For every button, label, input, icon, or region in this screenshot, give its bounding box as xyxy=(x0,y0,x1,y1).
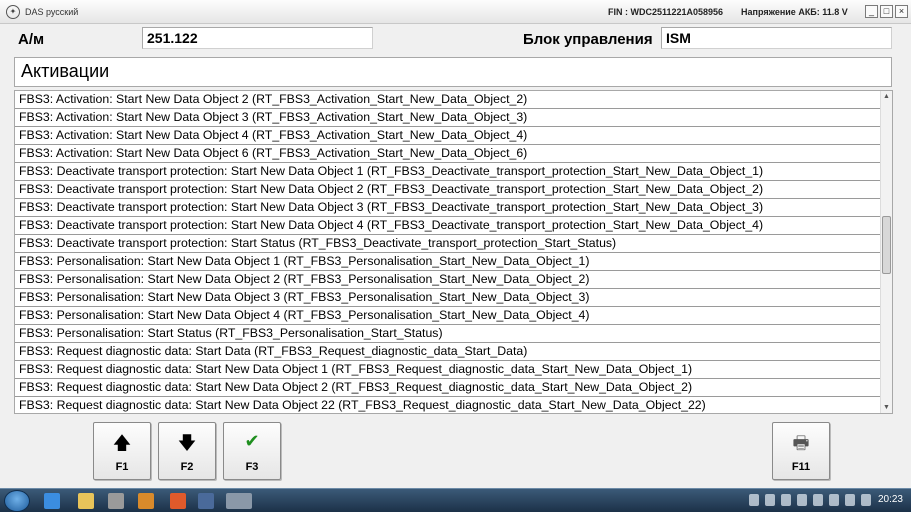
media-icon[interactable] xyxy=(138,493,154,509)
list-item[interactable]: FBS3: Personalisation: Start New Data Ob… xyxy=(15,307,881,325)
scroll-up-icon[interactable]: ▲ xyxy=(883,93,890,100)
list-item[interactable]: FBS3: Request diagnostic data: Start New… xyxy=(15,379,881,397)
checkmark-icon: ✔ xyxy=(244,431,260,451)
battery-voltage-readout: Напряжение АКБ: 11.8 V xyxy=(741,7,848,17)
list-item[interactable]: FBS3: Deactivate transport protection: S… xyxy=(15,163,881,181)
system-tray xyxy=(749,494,871,506)
maximize-button[interactable]: □ xyxy=(880,5,893,18)
list-item[interactable]: FBS3: Deactivate transport protection: S… xyxy=(15,199,881,217)
list-item[interactable]: FBS3: Request diagnostic data: Start New… xyxy=(15,397,881,413)
window-controls: _ □ × xyxy=(865,5,908,18)
tray-icon[interactable] xyxy=(813,494,823,506)
window-titlebar: ✦ DAS русский FIN : WDC2511221A058956 На… xyxy=(0,0,911,24)
close-button[interactable]: × xyxy=(895,5,908,18)
tray-icon[interactable] xyxy=(845,494,855,506)
f11-label: F11 xyxy=(791,461,811,473)
list-item[interactable]: FBS3: Request diagnostic data: Start New… xyxy=(15,361,881,379)
list-scrollbar[interactable]: ▲ ▼ xyxy=(880,91,892,413)
arrow-up-icon: 🡅 xyxy=(112,433,132,453)
window-title: DAS русский xyxy=(25,6,79,17)
tray-icon[interactable] xyxy=(861,494,871,506)
f3-label: F3 xyxy=(245,461,259,473)
xentry-icon[interactable] xyxy=(198,493,214,509)
list-item[interactable]: FBS3: Personalisation: Start Status (RT_… xyxy=(15,325,881,343)
firefox-icon[interactable] xyxy=(170,493,186,509)
tray-icon[interactable] xyxy=(749,494,759,506)
taskbar-clock: 20:23 xyxy=(877,494,903,505)
tray-icon[interactable] xyxy=(765,494,775,506)
control-unit-field: ISM xyxy=(661,27,892,49)
list-item[interactable]: FBS3: Activation: Start New Data Object … xyxy=(15,109,881,127)
app-icon[interactable] xyxy=(108,493,124,509)
start-button[interactable] xyxy=(4,490,30,512)
folder-icon[interactable] xyxy=(78,493,94,509)
list-item[interactable]: FBS3: Request diagnostic data: Start Dat… xyxy=(15,343,881,361)
arrow-down-icon: 🡇 xyxy=(177,433,197,453)
list-item[interactable]: FBS3: Activation: Start New Data Object … xyxy=(15,91,881,109)
mercedes-star-icon: ✦ xyxy=(6,4,20,19)
tray-icon[interactable] xyxy=(797,494,807,506)
tray-icon[interactable] xyxy=(781,494,791,506)
control-unit-label: Блок управления xyxy=(523,31,653,48)
section-title: Активации xyxy=(14,57,892,87)
list-item[interactable]: FBS3: Personalisation: Start New Data Ob… xyxy=(15,289,881,307)
printer-icon: 🖶 xyxy=(792,433,810,453)
list-item[interactable]: FBS3: Activation: Start New Data Object … xyxy=(15,145,881,163)
fin-readout: FIN : WDC2511221A058956 xyxy=(608,7,724,17)
f2-label: F2 xyxy=(180,461,194,473)
f11-button[interactable]: 🖶 F11 xyxy=(772,422,830,480)
minimize-button[interactable]: _ xyxy=(865,5,878,18)
vehicle-model-field: 251.122 xyxy=(142,27,373,49)
vehicle-model-label: А/м xyxy=(18,31,45,48)
das-window-icon[interactable] xyxy=(226,493,252,509)
list-item[interactable]: FBS3: Personalisation: Start New Data Ob… xyxy=(15,253,881,271)
scroll-down-icon[interactable]: ▼ xyxy=(883,404,890,411)
tray-icon[interactable] xyxy=(829,494,839,506)
f2-button[interactable]: 🡇 F2 xyxy=(158,422,216,480)
list-item[interactable]: FBS3: Deactivate transport protection: S… xyxy=(15,181,881,199)
list-item[interactable]: FBS3: Deactivate transport protection: S… xyxy=(15,217,881,235)
list-item[interactable]: FBS3: Personalisation: Start New Data Ob… xyxy=(15,271,881,289)
windows-taskbar: 20:23 xyxy=(0,488,911,512)
internet-explorer-icon[interactable] xyxy=(44,493,60,509)
list-item[interactable]: FBS3: Activation: Start New Data Object … xyxy=(15,127,881,145)
f1-button[interactable]: 🡅 F1 xyxy=(93,422,151,480)
list-item[interactable]: FBS3: Deactivate transport protection: S… xyxy=(15,235,881,253)
activations-list: FBS3: Activation: Start New Data Object … xyxy=(14,90,893,414)
f1-label: F1 xyxy=(115,461,129,473)
f3-button[interactable]: ✔ F3 xyxy=(223,422,281,480)
scrollbar-thumb[interactable] xyxy=(882,216,891,274)
